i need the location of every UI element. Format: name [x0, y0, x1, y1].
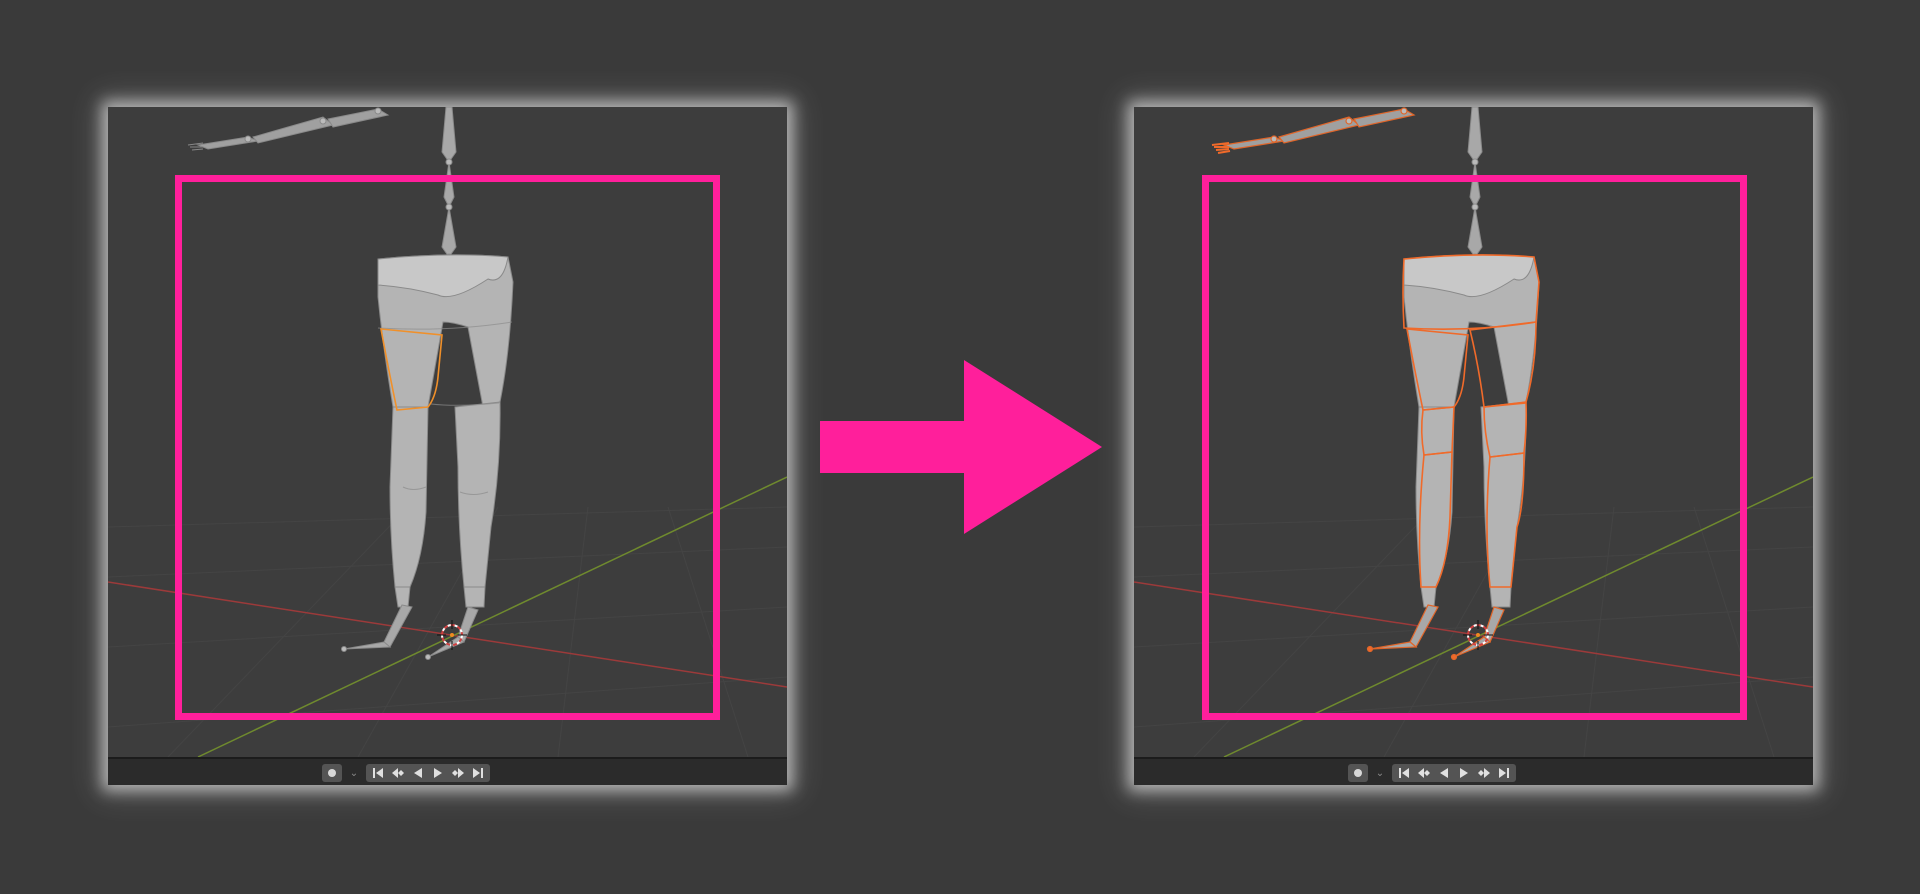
chevron-down-icon[interactable]: ⌄ — [348, 768, 360, 779]
armature-spine-bones — [1467, 107, 1483, 261]
pants-mesh — [377, 254, 514, 608]
play-icon[interactable] — [429, 764, 447, 782]
jump-to-keyframe-forward-icon[interactable] — [449, 764, 467, 782]
play-reverse-icon[interactable] — [409, 764, 427, 782]
ground-grid — [1134, 506, 1813, 757]
armature-spine-bones — [441, 107, 457, 261]
record-button[interactable] — [322, 764, 342, 782]
playback-button-group — [1392, 764, 1516, 782]
ground-grid — [108, 506, 787, 757]
playback-controls: ⌄ — [322, 764, 490, 782]
jump-to-keyframe-forward-icon[interactable] — [1475, 764, 1493, 782]
3d-viewport-before[interactable] — [108, 107, 787, 757]
playback-controls: ⌄ — [1348, 764, 1516, 782]
record-icon — [328, 769, 336, 777]
viewport-panel-after[interactable]: ⌄ — [1134, 107, 1813, 785]
timeline-bar: ⌄ — [1134, 757, 1813, 785]
jump-to-keyframe-back-icon[interactable] — [389, 764, 407, 782]
record-icon — [1354, 769, 1362, 777]
jump-to-end-icon[interactable] — [469, 764, 487, 782]
record-button[interactable] — [1348, 764, 1368, 782]
3d-viewport-after[interactable] — [1134, 107, 1813, 757]
jump-to-end-icon[interactable] — [1495, 764, 1513, 782]
viewport-panel-before[interactable]: ⌄ — [108, 107, 787, 785]
comparison-stage: ⌄ ⌄ — [0, 0, 1920, 894]
right-arrow-icon — [820, 360, 1102, 534]
armature-arm-bones-selected — [1211, 107, 1416, 154]
playback-button-group — [366, 764, 490, 782]
timeline-bar: ⌄ — [108, 757, 787, 785]
play-icon[interactable] — [1455, 764, 1473, 782]
armature-arm-bones — [187, 107, 390, 151]
play-reverse-icon[interactable] — [1435, 764, 1453, 782]
jump-to-start-icon[interactable] — [1395, 764, 1413, 782]
jump-to-start-icon[interactable] — [369, 764, 387, 782]
pants-mesh — [1403, 254, 1540, 608]
jump-to-keyframe-back-icon[interactable] — [1415, 764, 1433, 782]
chevron-down-icon[interactable]: ⌄ — [1374, 768, 1386, 779]
